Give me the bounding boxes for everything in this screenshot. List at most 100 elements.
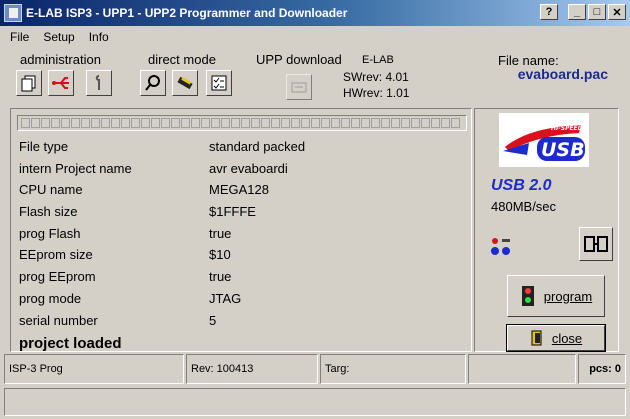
title-bar: E-LAB ISP3 - UPP1 - UPP2 Programmer and … <box>0 0 630 26</box>
magnifier-icon <box>145 75 160 91</box>
close-window-button[interactable]: ✕ <box>608 4 626 20</box>
info-key: prog mode <box>19 291 82 306</box>
plug-icon <box>584 236 608 252</box>
progress-segment <box>171 118 180 128</box>
close-button[interactable]: close <box>506 324 606 352</box>
info-key: CPU name <box>19 182 83 197</box>
progress-segment <box>181 118 190 128</box>
progress-segment <box>411 118 420 128</box>
status-text: project loaded <box>19 335 122 352</box>
progress-segment <box>151 118 160 128</box>
chip-button[interactable] <box>172 70 198 96</box>
progress-segment <box>371 118 380 128</box>
progress-segment <box>441 118 450 128</box>
progress-segment <box>361 118 370 128</box>
upp-download-label: UPP download <box>256 52 342 67</box>
help-button[interactable]: ? <box>540 4 558 20</box>
progress-segment <box>401 118 410 128</box>
progress-segment <box>331 118 340 128</box>
progress-segment <box>451 118 460 128</box>
info-row-prog-mode: prog mode JTAG <box>19 291 241 309</box>
menu-info[interactable]: Info <box>87 30 111 44</box>
file-name-value: evaboard.pac <box>517 66 608 82</box>
progress-segment <box>31 118 40 128</box>
window-controls: ? _ □ ✕ <box>540 4 626 20</box>
program-label: program <box>543 288 593 304</box>
info-value: true <box>209 226 232 241</box>
progress-segment <box>391 118 400 128</box>
progress-segment <box>91 118 100 128</box>
config-button[interactable] <box>86 70 112 96</box>
progress-segment <box>41 118 50 128</box>
download-button[interactable] <box>286 74 312 100</box>
progress-segment <box>211 118 220 128</box>
progress-segment <box>121 118 130 128</box>
window-title: E-LAB ISP3 - UPP1 - UPP2 Programmer and … <box>26 6 348 20</box>
connect-button[interactable] <box>579 227 613 261</box>
checklist-button[interactable] <box>206 70 232 96</box>
info-row-project-name: intern Project name avr evaboardi <box>19 161 288 179</box>
usb-badge-text: HI-SPEED <box>551 125 583 132</box>
info-key: Flash size <box>19 204 78 219</box>
info-row-cpu-name: CPU name MEGA128 <box>19 182 269 200</box>
info-row-flash-size: Flash size $1FFFE <box>19 204 256 222</box>
progress-segment <box>21 118 30 128</box>
info-value: avr evaboardi <box>209 161 288 176</box>
progress-segment <box>101 118 110 128</box>
info-row-file-type: File type standard packed <box>19 139 305 157</box>
status-rev: Rev: 100413 <box>186 354 318 384</box>
info-key: serial number <box>19 313 98 328</box>
progress-segment <box>141 118 150 128</box>
project-info-panel: File type standard packed intern Project… <box>10 108 472 352</box>
minimize-button[interactable]: _ <box>568 4 586 20</box>
progress-segment <box>241 118 250 128</box>
usb-logo-text: USB <box>541 139 585 161</box>
progress-segment <box>301 118 310 128</box>
progress-segment <box>71 118 80 128</box>
progress-segment <box>191 118 200 128</box>
progress-segment <box>341 118 350 128</box>
status-empty <box>468 354 576 384</box>
program-button[interactable]: program <box>507 275 605 317</box>
progress-segment <box>81 118 90 128</box>
status-bar: ISP-3 Prog Rev: 100413 Targ: pcs: 0 <box>0 354 630 384</box>
progress-segment <box>311 118 320 128</box>
menu-file[interactable]: File <box>8 30 31 44</box>
maximize-button[interactable]: □ <box>588 4 606 20</box>
progress-bar <box>17 115 467 131</box>
info-value: $10 <box>209 247 231 262</box>
progress-segment <box>231 118 240 128</box>
progress-segment <box>201 118 210 128</box>
administration-label: administration <box>20 52 101 67</box>
status-prog: ISP-3 Prog <box>4 354 184 384</box>
info-value: standard packed <box>209 139 306 154</box>
progress-segment <box>261 118 270 128</box>
info-key: intern Project name <box>19 161 132 176</box>
usb-button[interactable] <box>48 70 74 96</box>
exit-door-icon <box>531 330 542 346</box>
progress-segment <box>431 118 440 128</box>
progress-segment <box>281 118 290 128</box>
info-value: JTAG <box>209 291 242 306</box>
usb-panel: HI-SPEED USB USB 2.0 480MB/sec program c… <box>474 108 619 352</box>
hwrev-label: HWrev: 1.01 <box>343 86 410 100</box>
copy-button[interactable] <box>16 70 42 96</box>
search-button[interactable] <box>140 70 166 96</box>
menu-setup[interactable]: Setup <box>41 30 76 44</box>
traffic-light-icon <box>521 286 534 306</box>
info-row-serial-number: serial number 5 <box>19 313 216 331</box>
info-key: File type <box>19 139 69 154</box>
menu-bar: File Setup Info <box>0 27 630 47</box>
status-targ: Targ: <box>320 354 466 384</box>
progress-segment <box>161 118 170 128</box>
message-bar <box>4 388 626 416</box>
info-value: true <box>209 269 232 284</box>
progress-segment <box>271 118 280 128</box>
progress-segment <box>351 118 360 128</box>
progress-segment <box>131 118 140 128</box>
download-icon <box>291 82 307 93</box>
info-row-prog-eeprom: prog EEprom true <box>19 269 231 287</box>
info-row-eeprom-size: EEprom size $10 <box>19 247 231 265</box>
usb-hispeed-logo: HI-SPEED USB <box>499 113 589 167</box>
swrev-label: SWrev: 4.01 <box>343 70 409 84</box>
